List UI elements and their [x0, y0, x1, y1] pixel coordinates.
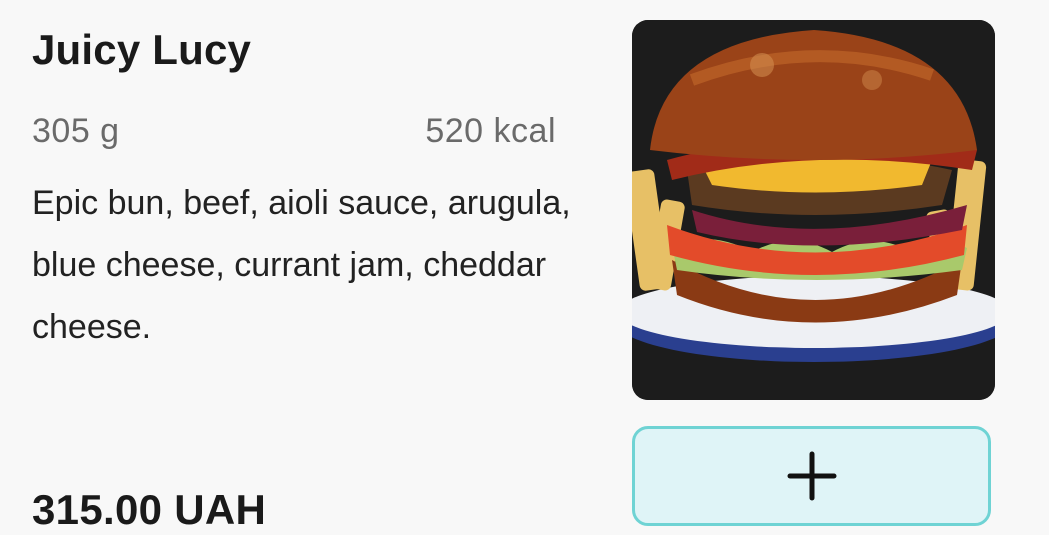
item-calories: 520 kcal — [425, 112, 556, 150]
plus-icon — [787, 451, 836, 501]
item-description: Epic bun, beef, aioli sauce, arugula, bl… — [32, 184, 571, 346]
burger-illustration — [632, 20, 995, 400]
burger-photo[interactable] — [632, 20, 995, 400]
item-meta: 305 g 520 kcal — [32, 112, 556, 151]
add-to-cart-button[interactable] — [632, 426, 991, 526]
menu-item-card[interactable]: Juicy Lucy 305 g 520 kcal Epic bun, beef… — [0, 0, 1049, 535]
item-title: Juicy Lucy — [32, 26, 252, 73]
item-weight: 305 g — [32, 112, 120, 150]
item-price: 315.00 UAH — [32, 486, 267, 533]
